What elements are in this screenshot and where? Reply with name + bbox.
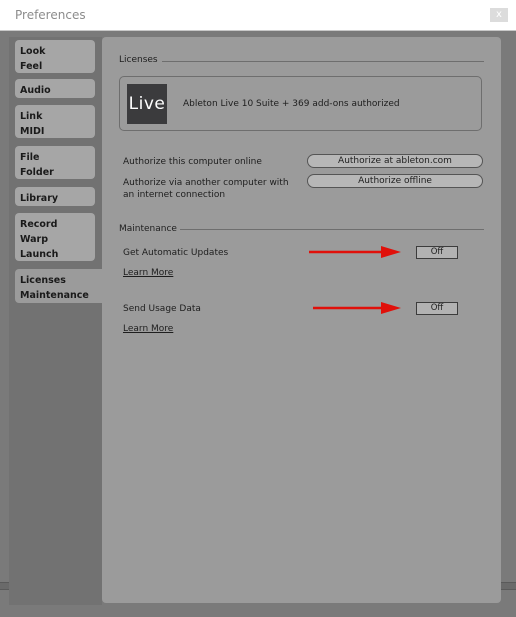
- tab-link-label: Link: [20, 111, 43, 122]
- tab-file-folder[interactable]: File Folder: [15, 146, 95, 179]
- tab-feel-label: Feel: [20, 61, 43, 72]
- tab-look-label: Look: [20, 46, 46, 57]
- authorize-offline-label-line1: Authorize via another computer with: [123, 178, 289, 188]
- arrow-head: [381, 246, 401, 258]
- tab-folder-label: Folder: [20, 167, 54, 178]
- usage-data-label: Send Usage Data: [123, 304, 201, 314]
- tab-licenses-maintenance[interactable]: Licenses Maintenance: [15, 269, 108, 303]
- tab-link-midi[interactable]: Link MIDI: [15, 105, 95, 138]
- auto-updates-label: Get Automatic Updates: [123, 248, 229, 258]
- auto-updates-toggle[interactable]: Off: [416, 246, 458, 259]
- tab-record-label: Record: [20, 219, 58, 230]
- authorize-online-button[interactable]: Authorize at ableton.com: [307, 154, 483, 168]
- tab-look-feel[interactable]: Look Feel: [15, 40, 95, 73]
- preferences-sidebar: Look Feel Audio Link MIDI File Folder Li…: [9, 37, 108, 605]
- tab-library-label: Library: [20, 193, 59, 204]
- tab-file-label: File: [20, 152, 40, 163]
- tab-record-warp-launch[interactable]: Record Warp Launch: [15, 213, 95, 261]
- tab-licenses-label: Licenses: [20, 275, 66, 286]
- close-icon[interactable]: x: [490, 8, 508, 22]
- authorize-online-label: Authorize this computer online: [123, 157, 262, 167]
- live-logo: Live: [127, 84, 167, 124]
- maintenance-divider: [180, 229, 484, 230]
- preferences-window: Preferences x Look Feel Audio Link MIDI …: [0, 0, 516, 617]
- window-title: Preferences: [15, 8, 86, 22]
- authorize-offline-label-line2: an internet connection: [123, 190, 226, 200]
- maintenance-heading: Maintenance: [119, 224, 177, 234]
- license-status-box: Live Ableton Live 10 Suite + 369 add-ons…: [119, 76, 482, 131]
- license-status-text: Ableton Live 10 Suite + 369 add-ons auth…: [183, 99, 400, 109]
- tab-maintenance-label: Maintenance: [20, 290, 89, 301]
- auto-updates-learn-more-link[interactable]: Learn More: [123, 268, 173, 278]
- authorize-offline-button[interactable]: Authorize offline: [307, 174, 483, 188]
- tab-launch-label: Launch: [20, 249, 59, 260]
- tab-library[interactable]: Library: [15, 187, 95, 206]
- title-bar: Preferences x: [0, 0, 516, 31]
- licenses-divider: [162, 61, 484, 62]
- tab-warp-label: Warp: [20, 234, 49, 245]
- usage-data-toggle[interactable]: Off: [416, 302, 458, 315]
- tab-audio[interactable]: Audio: [15, 79, 95, 98]
- licenses-heading: Licenses: [119, 55, 158, 65]
- red-arrow-annotation-updates: [309, 246, 401, 258]
- usage-data-learn-more-link[interactable]: Learn More: [123, 324, 173, 334]
- tab-audio-label: Audio: [20, 85, 51, 96]
- preferences-content-panel: Licenses Live Ableton Live 10 Suite + 36…: [102, 37, 501, 603]
- tab-midi-label: MIDI: [20, 126, 45, 137]
- arrow-head: [381, 302, 401, 314]
- red-arrow-annotation-usage: [313, 302, 401, 314]
